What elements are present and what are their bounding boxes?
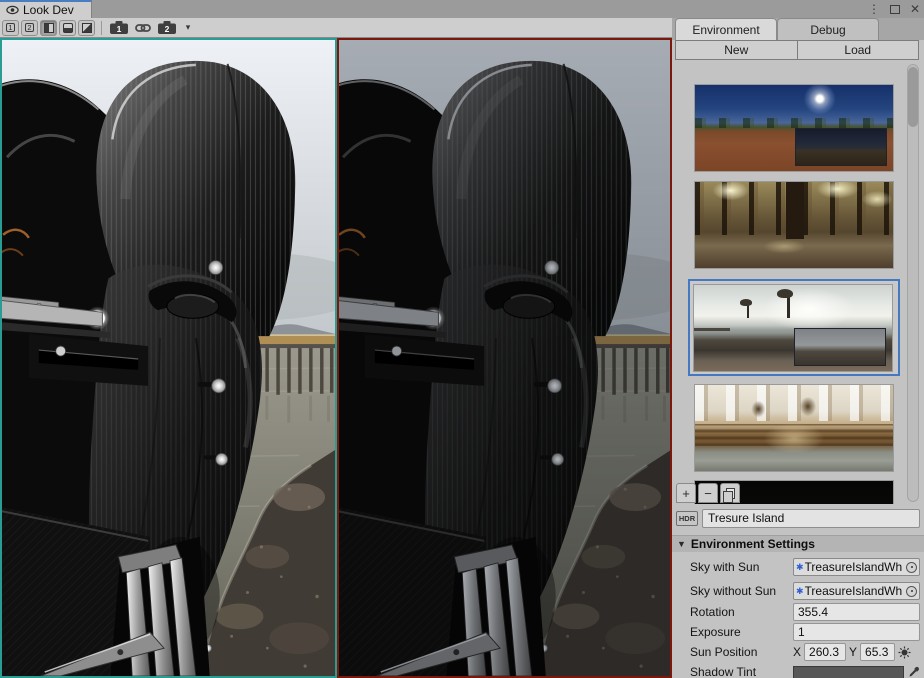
single-view-1-button[interactable]: 1: [2, 20, 19, 36]
hdr-badge: HDR: [676, 511, 698, 526]
env-thumbnail-outback-inset: [795, 128, 887, 166]
camera-options-dropdown[interactable]: ▾: [180, 20, 196, 36]
new-environment-button[interactable]: New: [675, 40, 798, 60]
tab-environment[interactable]: Environment: [675, 18, 777, 40]
lookdev-viewport: [0, 38, 672, 678]
split-horizontal-icon: [63, 23, 73, 33]
forest-trunk: [786, 182, 804, 239]
palm-trunk-2: [787, 295, 790, 317]
single-view-2-button[interactable]: 2: [21, 20, 38, 36]
environment-panel: Environment Debug New Load: [672, 18, 924, 678]
toolbar-separator: [101, 21, 102, 35]
env-thumbnail-island: [693, 284, 893, 372]
lookdev-toolbar: 1 2 1 2 ▾: [0, 18, 672, 38]
sun-y-input[interactable]: [860, 643, 895, 661]
view-1[interactable]: [0, 38, 337, 678]
env-thumbnail-forest[interactable]: [694, 181, 894, 269]
sky-with-sun-object-field[interactable]: ✱ TreasureIslandWh: [793, 558, 920, 576]
sun-x-label: X: [793, 645, 801, 659]
rotation-input[interactable]: [793, 603, 920, 621]
remove-environment-button[interactable]: −: [698, 483, 718, 503]
cubemap-icon: ✱: [796, 586, 804, 597]
split-diagonal-icon: [82, 23, 92, 33]
menu-kebab-icon[interactable]: ⋮: [868, 0, 880, 18]
shadow-tint-swatch[interactable]: [793, 666, 904, 678]
split-diagonal-button[interactable]: [78, 20, 95, 36]
environment-name-field[interactable]: Tresure Island: [702, 509, 920, 528]
load-environment-button[interactable]: Load: [798, 40, 920, 60]
shadow-tint-label: Shadow Tint: [690, 665, 756, 678]
sky-without-sun-label: Sky without Sun: [690, 584, 776, 598]
split-vertical-icon: [44, 23, 54, 33]
sun-x-input[interactable]: [804, 643, 846, 661]
object-picker-icon[interactable]: [906, 562, 917, 573]
split-horizontal-button[interactable]: [59, 20, 76, 36]
env-thumbnail-church[interactable]: [694, 384, 894, 472]
render-scene-view1: [2, 40, 335, 676]
maximize-icon[interactable]: [890, 5, 900, 14]
duplicate-environment-button[interactable]: [720, 483, 740, 503]
lookdev-window: Look Dev ⋮ ✕ 1 2 1 2 ▾: [0, 0, 924, 678]
palm-trunk-1: [747, 304, 749, 318]
rotation-label: Rotation: [690, 605, 735, 619]
camera-1-icon: 1: [110, 21, 128, 34]
camera-2-icon: 2: [158, 21, 176, 34]
split-vertical-button[interactable]: [40, 20, 57, 36]
link-cameras-button[interactable]: [132, 20, 154, 36]
scrollbar-thumb[interactable]: [908, 67, 918, 127]
environment-settings-header[interactable]: ▼ Environment Settings: [672, 535, 924, 552]
svg-text:2: 2: [165, 24, 170, 34]
palm-frond-1: [740, 299, 752, 306]
sun-icon[interactable]: [898, 646, 911, 659]
env-thumbnail-island-selected[interactable]: [688, 279, 900, 376]
window-title: Look Dev: [23, 3, 74, 17]
sky-without-sun-object-field[interactable]: ✱ TreasureIslandWh: [793, 582, 920, 600]
add-environment-button[interactable]: +: [676, 483, 696, 503]
link-icon: [135, 22, 151, 34]
exposure-input[interactable]: [793, 623, 920, 641]
env-thumbnail-outback[interactable]: [694, 84, 894, 172]
svg-text:1: 1: [117, 24, 122, 34]
env-list-scrollbar[interactable]: [907, 64, 919, 502]
cubemap-icon: ✱: [796, 562, 804, 573]
environment-settings-title: Environment Settings: [691, 537, 815, 551]
title-bar: Look Dev ⋮ ✕: [0, 0, 924, 18]
tab-debug[interactable]: Debug: [777, 18, 879, 40]
view-2[interactable]: [337, 38, 672, 678]
sun-position-label: Sun Position: [690, 645, 757, 659]
panel-tab-strip: Environment Debug: [672, 18, 924, 40]
env-thumbnail-island-inset: [794, 328, 886, 366]
duplicate-icon: [726, 488, 735, 499]
camera-1-button[interactable]: 1: [108, 20, 130, 36]
sky-with-sun-label: Sky with Sun: [690, 560, 759, 574]
sun-y-label: Y: [849, 645, 857, 659]
palm-frond-2: [777, 289, 793, 298]
camera-2-button[interactable]: 2: [156, 20, 178, 36]
render-scene-view2: [339, 40, 670, 676]
exposure-label: Exposure: [690, 625, 741, 639]
foldout-triangle-icon: ▼: [677, 539, 686, 549]
island-pier: [694, 328, 730, 331]
lookdev-tab[interactable]: Look Dev: [0, 0, 92, 18]
eye-icon: [6, 5, 19, 15]
close-icon[interactable]: ✕: [910, 0, 920, 18]
environment-list: [672, 62, 924, 504]
object-picker-icon[interactable]: [906, 586, 917, 597]
eyedropper-icon[interactable]: [908, 666, 920, 678]
